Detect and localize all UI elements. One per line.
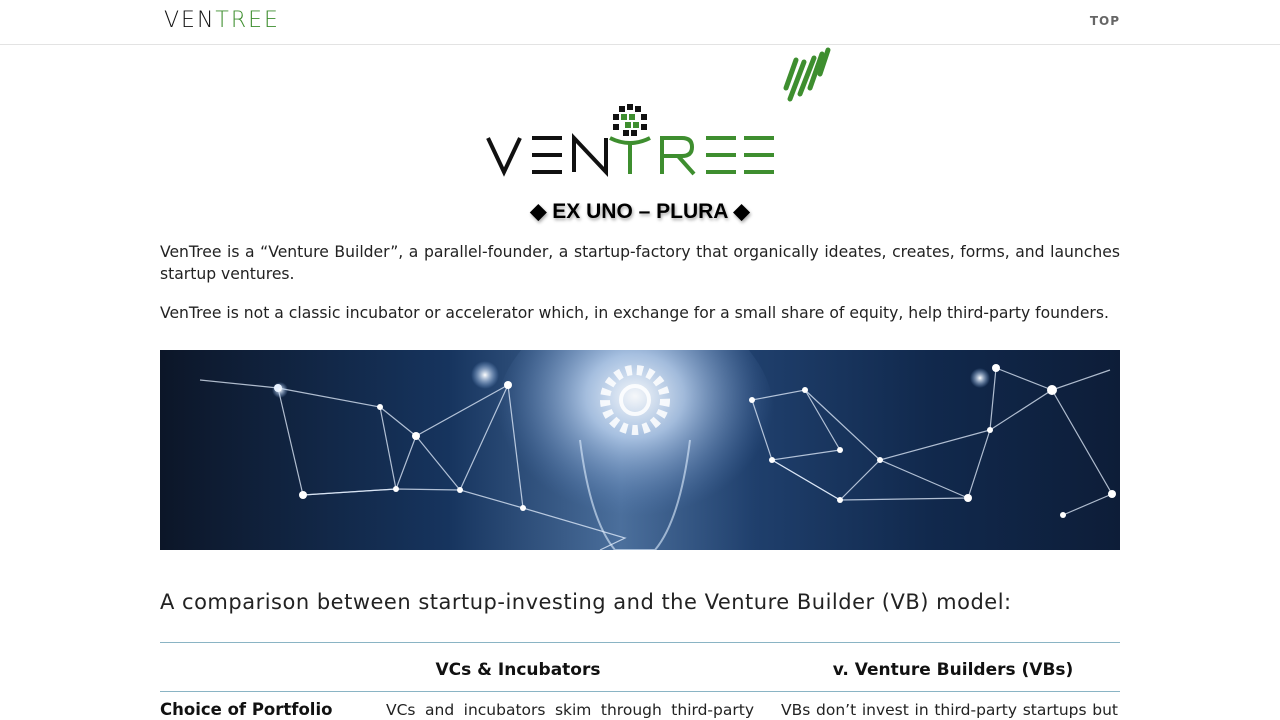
column-header-vcs: VCs & Incubators [435,660,601,680]
table-cell-vb: VBs don’t invest in third-party startups… [781,701,1118,719]
tagline: ◆ EX UNO – PLURA ◆ [530,200,750,223]
table-row-label: Choice of Portfolio [160,700,333,719]
decorative-strokes-icon [783,47,831,102]
brand-tree-text: TREE [215,8,280,33]
table-cell-vc: VCs and incubators skim through third-pa… [386,701,754,719]
comparison-title: A comparison between startup-investing a… [160,590,1012,614]
table-top-divider [160,642,1120,643]
brand-logo-link[interactable]: VENTREE [164,9,280,33]
ventree-logo [486,104,774,178]
intro-paragraph-1: VenTree is a “Venture Builder”, a parall… [160,243,1120,283]
table-header-divider [160,691,1120,692]
banner-image [160,350,1120,550]
intro-paragraph-2: VenTree is not a classic incubator or ac… [160,304,1109,322]
brand-ven-text: VEN [164,8,216,33]
column-header-vbs: v. Venture Builders (VBs) [832,660,1074,680]
top-link[interactable]: TOP [1090,14,1120,28]
top-navbar: VENTREE TOP [0,0,1280,45]
